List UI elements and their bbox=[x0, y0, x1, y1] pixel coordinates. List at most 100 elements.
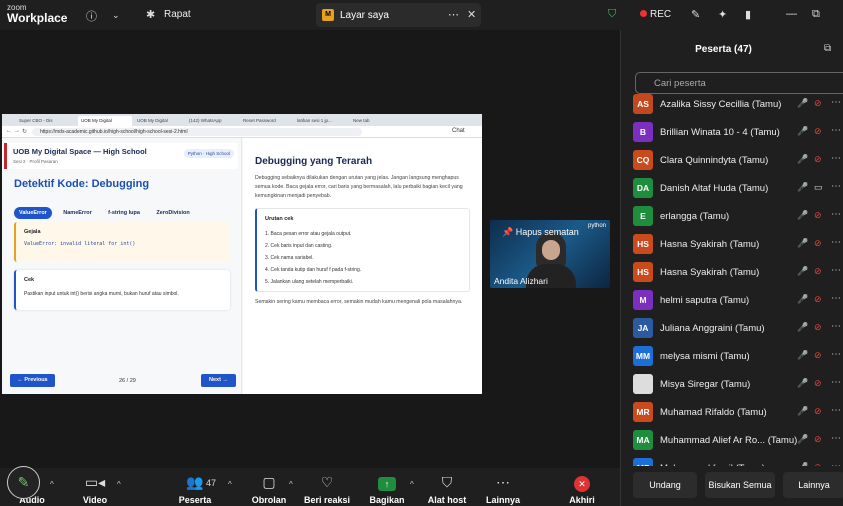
restore-icon[interactable]: ⧉ bbox=[812, 8, 820, 21]
muted-mic-icon[interactable]: 🎤 bbox=[797, 350, 808, 361]
camera-off-icon[interactable]: ⊘ bbox=[814, 98, 822, 109]
browser-tab[interactable]: UOB My Digital bbox=[134, 116, 184, 126]
reload-icon[interactable]: ↻ bbox=[22, 128, 27, 135]
participant-row[interactable]: Mhelmi saputra (Tamu) 🎤 ⊘ ⋯ bbox=[621, 286, 843, 314]
end-button[interactable]: ✕ Akhiri bbox=[552, 468, 612, 506]
participant-more-icon[interactable]: ⋯ bbox=[831, 461, 841, 466]
share-caret-icon[interactable]: ^ bbox=[410, 480, 414, 489]
participant-row[interactable]: CQ Clara Quinnindyta (Tamu) 🎤 ⊘ ⋯ bbox=[621, 146, 843, 174]
muted-mic-icon[interactable]: 🎤 bbox=[797, 266, 808, 277]
host-tools-button[interactable]: ⛉ Alat host bbox=[417, 468, 477, 506]
more-toolbar-button[interactable]: ⋯ Lainnya bbox=[473, 468, 533, 506]
camera-off-icon[interactable]: ⊘ bbox=[814, 294, 822, 305]
muted-mic-icon[interactable]: 🎤 bbox=[797, 434, 808, 445]
camera-off-icon[interactable]: ⊘ bbox=[814, 154, 822, 165]
muted-mic-icon[interactable]: 🎤 bbox=[797, 210, 808, 221]
participant-row[interactable]: DA Danish Altaf Huda (Tamu) 🎤 ▭ ⋯ bbox=[621, 174, 843, 202]
camera-off-icon[interactable]: ⊘ bbox=[814, 378, 822, 389]
participant-more-icon[interactable]: ⋯ bbox=[831, 321, 841, 332]
participant-more-icon[interactable]: ⋯ bbox=[831, 125, 841, 136]
invite-button[interactable]: Undang bbox=[633, 472, 697, 498]
participant-more-icon[interactable]: ⋯ bbox=[831, 405, 841, 416]
participant-more-icon[interactable]: ⋯ bbox=[831, 237, 841, 248]
participant-row[interactable]: MA Muhammad Alief Ar Ro... (Tamu) 🎤 ⊘ ⋯ bbox=[621, 426, 843, 454]
participant-more-icon[interactable]: ⋯ bbox=[831, 433, 841, 444]
participant-row[interactable]: Misya Siregar (Tamu) 🎤 ⊘ ⋯ bbox=[621, 370, 843, 398]
more-icon[interactable]: ⋯ bbox=[448, 8, 459, 21]
chat-button[interactable]: Chat bbox=[452, 128, 465, 134]
camera-off-icon[interactable]: ⊘ bbox=[814, 462, 822, 466]
shield-icon[interactable]: ⛉ bbox=[608, 8, 616, 21]
browser-tab[interactable]: Super CBO - Dis bbox=[16, 116, 76, 126]
muted-mic-icon[interactable]: 🎤 bbox=[797, 126, 808, 137]
rec-indicator[interactable]: REC bbox=[640, 9, 671, 20]
participant-more-icon[interactable]: ⋯ bbox=[831, 293, 841, 304]
url-field[interactable]: https://mds-academic.github.io/high-scho… bbox=[32, 128, 362, 136]
camera-off-icon[interactable]: ⊘ bbox=[814, 238, 822, 249]
muted-mic-icon[interactable]: 🎤 bbox=[797, 182, 808, 193]
browser-tab[interactable]: Reset Password bbox=[240, 116, 292, 126]
video-tile[interactable]: 📌 Hapus sematan python Andita Alizhari bbox=[490, 220, 610, 288]
annotate-icon[interactable]: ✎ bbox=[691, 8, 700, 21]
participant-more-icon[interactable]: ⋯ bbox=[831, 265, 841, 276]
reactions-button[interactable]: ♡ Beri reaksi bbox=[297, 468, 357, 506]
audio-caret-icon[interactable]: ^ bbox=[50, 480, 54, 489]
meeting-label[interactable]: Rapat bbox=[164, 9, 191, 20]
sparkle-icon[interactable]: ✦ bbox=[718, 8, 727, 21]
participant-more-icon[interactable]: ⋯ bbox=[831, 97, 841, 108]
next-button[interactable]: Next → bbox=[201, 374, 236, 387]
participant-more-icon[interactable]: ⋯ bbox=[831, 349, 841, 360]
muted-mic-icon[interactable]: 🎤 bbox=[797, 238, 808, 249]
more-button[interactable]: Lainnya bbox=[783, 472, 843, 498]
unpin-button[interactable]: 📌 Hapus sematan bbox=[502, 227, 579, 238]
share-button[interactable]: ↑ Bagikan bbox=[357, 468, 417, 506]
camera-off-icon[interactable]: ⊘ bbox=[814, 406, 822, 417]
browser-tab-active[interactable]: UOB My Digital bbox=[78, 116, 132, 126]
participant-more-icon[interactable]: ⋯ bbox=[831, 181, 841, 192]
participant-row[interactable]: HS Hasna Syakirah (Tamu) 🎤 ⊘ ⋯ bbox=[621, 258, 843, 286]
previous-button[interactable]: ← Previous bbox=[10, 374, 55, 387]
participant-row[interactable]: HS Hasna Syakirah (Tamu) 🎤 ⊘ ⋯ bbox=[621, 230, 843, 258]
minimize-icon[interactable]: — bbox=[786, 8, 797, 20]
popout-icon[interactable]: ⧉ bbox=[824, 43, 831, 54]
camera-off-icon[interactable]: ⊘ bbox=[814, 322, 822, 333]
panel-icon[interactable]: ▮ bbox=[745, 8, 751, 21]
muted-mic-icon[interactable]: 🎤 bbox=[797, 98, 808, 109]
forward-icon[interactable]: → bbox=[14, 128, 20, 134]
participant-row[interactable]: JA Juliana Anggraini (Tamu) 🎤 ⊘ ⋯ bbox=[621, 314, 843, 342]
participant-row[interactable]: AS Azalika Sissy Cecillia (Tamu) 🎤 ⊘ ⋯ bbox=[621, 90, 843, 118]
camera-off-icon[interactable]: ⊘ bbox=[814, 126, 822, 137]
video-caret-icon[interactable]: ^ bbox=[117, 480, 121, 489]
camera-off-icon[interactable]: ⊘ bbox=[814, 434, 822, 445]
microphone-icon[interactable]: ✎ bbox=[7, 466, 40, 499]
close-icon[interactable]: ✕ bbox=[467, 8, 476, 21]
browser-tab[interactable]: (142) WhatsApp bbox=[186, 116, 238, 126]
camera-off-icon[interactable]: ⊘ bbox=[814, 350, 822, 361]
chip-zerodivision[interactable]: ZeroDivision bbox=[151, 207, 194, 219]
muted-mic-icon[interactable]: 🎤 bbox=[797, 462, 808, 466]
camera-off-icon[interactable]: ⊘ bbox=[814, 266, 822, 277]
muted-mic-icon[interactable]: 🎤 bbox=[797, 322, 808, 333]
muted-mic-icon[interactable]: 🎤 bbox=[797, 406, 808, 417]
chat-caret-icon[interactable]: ^ bbox=[289, 480, 293, 489]
chip-fstring[interactable]: f-string lupa bbox=[103, 207, 145, 219]
back-icon[interactable]: ← bbox=[6, 128, 12, 134]
info-icon[interactable]: ⓘ bbox=[86, 8, 97, 24]
participant-more-icon[interactable]: ⋯ bbox=[831, 153, 841, 164]
video-button[interactable]: ▭◂ Video bbox=[65, 468, 125, 506]
participant-row[interactable]: Eerlangga (Tamu) 🎤 ⊘ ⋯ bbox=[621, 202, 843, 230]
chip-nameerror[interactable]: NameError bbox=[58, 207, 96, 219]
participant-row[interactable]: MR Muhamad Rifaldo (Tamu) 🎤 ⊘ ⋯ bbox=[621, 398, 843, 426]
muted-mic-icon[interactable]: 🎤 bbox=[797, 294, 808, 305]
muted-mic-icon[interactable]: 🎤 bbox=[797, 154, 808, 165]
camera-off-icon[interactable]: ⊘ bbox=[814, 210, 822, 221]
participant-row[interactable]: B Brillian Winata 10 - 4 (Tamu) 🎤 ⊘ ⋯ bbox=[621, 118, 843, 146]
participant-more-icon[interactable]: ⋯ bbox=[831, 377, 841, 388]
browser-tab[interactable]: New tab bbox=[350, 116, 390, 126]
participant-row[interactable]: MF Muhammad fazril (Tamu) 🎤 ⊘ ⋯ bbox=[621, 454, 843, 466]
chevron-down-icon[interactable]: ⌄ bbox=[112, 10, 120, 21]
participant-row[interactable]: MM melysa mismi (Tamu) 🎤 ⊘ ⋯ bbox=[621, 342, 843, 370]
chip-valueerror[interactable]: ValueError bbox=[14, 207, 52, 219]
participants-caret-icon[interactable]: ^ bbox=[228, 480, 232, 489]
browser-tab[interactable]: latihan sesi 1 jp... bbox=[294, 116, 348, 126]
